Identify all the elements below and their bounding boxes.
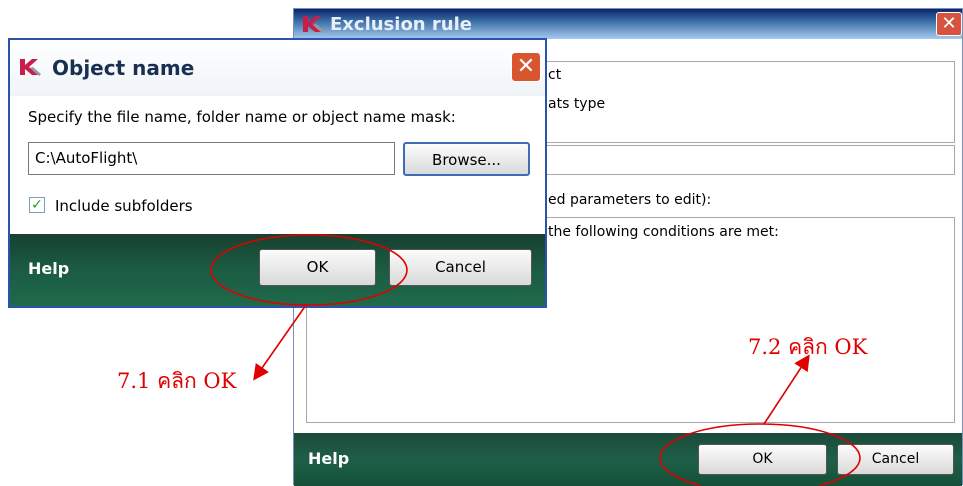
object-name-cancel-button[interactable]: Cancel — [389, 249, 532, 286]
object-name-titlebar: Object name ✕ — [10, 40, 545, 96]
exclusion-cancel-button[interactable]: Cancel — [837, 444, 954, 475]
object-name-dialog: Object name ✕ Specify the file name, fol… — [8, 38, 547, 308]
exclusion-rule-footer: Help OK Cancel — [294, 433, 962, 486]
kaspersky-logo-icon — [20, 59, 41, 76]
exclusion-rule-close-button[interactable]: ✕ — [936, 12, 962, 36]
object-name-footer: Help OK Cancel — [10, 234, 545, 306]
kaspersky-logo-icon — [303, 16, 324, 33]
object-path-input[interactable]: C:\AutoFlight\ — [28, 142, 395, 175]
conditions-text: the following conditions are met: — [548, 224, 779, 240]
object-name-close-button[interactable]: ✕ — [511, 52, 541, 82]
close-icon: ✕ — [941, 13, 957, 34]
browse-button[interactable]: Browse... — [403, 142, 530, 176]
parameters-hint-text: ed parameters to edit): — [548, 192, 712, 208]
instruction-text: Specify the file name, folder name or ob… — [28, 108, 456, 126]
object-name-ok-button[interactable]: OK — [259, 249, 376, 286]
object-name-title: Object name — [52, 56, 195, 80]
include-subfolders-checkbox[interactable]: ✓ — [29, 197, 45, 213]
exclusion-ok-button[interactable]: OK — [698, 444, 827, 475]
include-subfolders-label: Include subfolders — [55, 197, 193, 215]
exclusion-rule-title: Exclusion rule — [330, 14, 472, 35]
annotation-step-2: 7.2 คลิก OK — [748, 335, 868, 359]
exclusion-rule-titlebar: Exclusion rule ✕ — [294, 9, 962, 39]
threats-type-option-text: ats type — [548, 96, 606, 112]
help-link[interactable]: Help — [308, 449, 349, 468]
annotation-step-1: 7.1 คลิก OK — [117, 369, 237, 393]
object-option-text: ct — [548, 67, 562, 83]
checkmark-icon: ✓ — [31, 197, 43, 213]
close-icon: ✕ — [516, 54, 536, 79]
rule-name-field[interactable] — [542, 145, 955, 175]
help-link[interactable]: Help — [28, 259, 69, 278]
